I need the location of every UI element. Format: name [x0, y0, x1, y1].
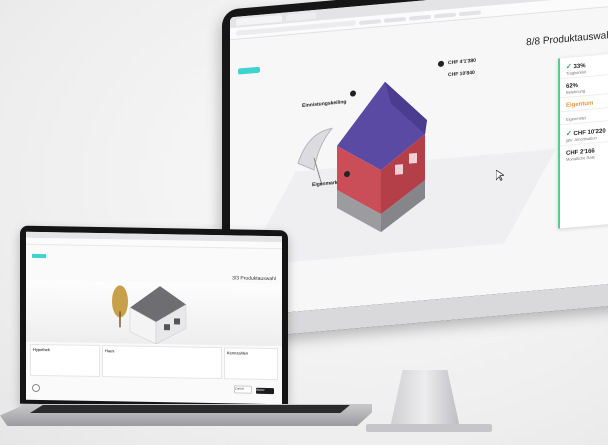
- page-title: 3/3 Produktauswahl: [232, 275, 276, 283]
- page-title: 8/8 Produktauswahl: [526, 29, 608, 49]
- panel-value: Eigentum: [566, 100, 594, 109]
- house-model: [129, 286, 187, 345]
- next-button[interactable]: Weiter: [256, 387, 274, 395]
- price-tag-side: CHF 10'840: [448, 69, 475, 79]
- info-card: Hypothek: [30, 343, 100, 378]
- laptop-display: 3/3 Produktauswahl Hypothek Haus Kennzah…: [20, 225, 288, 409]
- panel-row: CHF 2'166 Monatliche Rate: [560, 142, 608, 165]
- cursor-icon: [496, 169, 504, 182]
- bookmark[interactable]: [434, 12, 456, 18]
- tree-model: [112, 285, 128, 328]
- info-card: Haus: [102, 345, 222, 380]
- house-window: [395, 164, 403, 175]
- info-card: Kennzahlen: [224, 347, 278, 381]
- price-tag-top: CHF 4'1'380: [448, 57, 476, 67]
- summary-panel: ✓ 33% Tragbarkeit 62% Belehnung Eigentum…: [558, 53, 608, 229]
- bookmark[interactable]: [459, 9, 481, 16]
- menu-button[interactable]: [238, 66, 260, 75]
- imac-foot: [366, 424, 492, 432]
- imac-stand: [390, 370, 460, 428]
- bookmark[interactable]: [359, 18, 381, 25]
- menu-button[interactable]: [32, 253, 46, 259]
- marker-pin[interactable]: [438, 60, 444, 68]
- bookmark[interactable]: [384, 16, 406, 23]
- house-window: [409, 152, 417, 164]
- back-button[interactable]: Zurück: [234, 385, 252, 394]
- house-model: [337, 81, 427, 233]
- help-icon[interactable]: [32, 383, 40, 393]
- panel-value: Eigenmittel: [566, 115, 586, 122]
- browser-tab[interactable]: [286, 11, 316, 22]
- bookmark[interactable]: [409, 14, 431, 21]
- laptop-screen: 3/3 Produktauswahl Hypothek Haus Kennzah…: [26, 231, 282, 405]
- laptop-keyboard: [30, 405, 350, 413]
